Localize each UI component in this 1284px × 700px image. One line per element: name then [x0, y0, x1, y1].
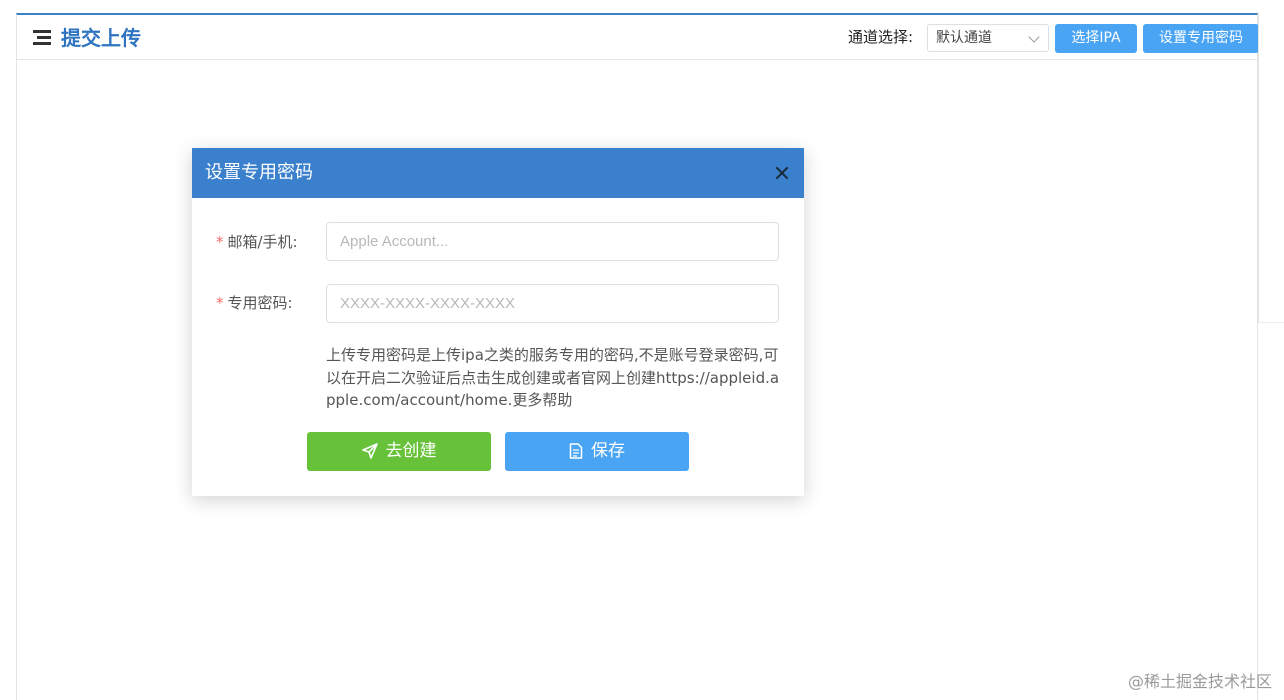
- required-mark: *: [216, 233, 224, 251]
- close-icon[interactable]: [774, 165, 790, 181]
- password-input[interactable]: [326, 284, 779, 323]
- create-button-label: 去创建: [385, 441, 437, 461]
- save-button[interactable]: 保存: [505, 432, 689, 471]
- page-header: 提交上传 通道选择: 默认通道 选择IPA 设置专用密码: [17, 15, 1259, 60]
- email-label: * 邮箱/手机:: [216, 231, 298, 253]
- help-text: 上传专用密码是上传ipa之类的服务专用的密码,不是账号登录密码,可以在开启二次验…: [326, 346, 780, 409]
- page-title: 提交上传: [61, 26, 141, 50]
- channel-select[interactable]: 默认通道: [927, 24, 1049, 52]
- channel-label: 通道选择:: [848, 28, 914, 46]
- watermark: @稀土掘金技术社区: [1127, 672, 1272, 691]
- password-dialog: 设置专用密码 *邮箱/手机: *专用密码: 上传专用密码是上传ipa之类的服务专…: [192, 148, 804, 496]
- save-button-label: 保存: [591, 441, 625, 461]
- password-label-text: 专用密码:: [227, 294, 293, 312]
- dialog-header: 设置专用密码: [192, 148, 804, 198]
- password-label: * 专用密码:: [216, 292, 293, 314]
- dialog-title: 设置专用密码: [205, 162, 313, 183]
- email-input[interactable]: [326, 222, 779, 261]
- chevron-down-icon: [1028, 31, 1040, 43]
- right-edge-divider: [1258, 13, 1284, 323]
- channel-select-value: 默认通道: [936, 30, 992, 46]
- create-button[interactable]: 去创建: [307, 432, 491, 471]
- set-password-button[interactable]: 设置专用密码: [1143, 24, 1259, 53]
- email-label-text: 邮箱/手机:: [227, 233, 298, 251]
- required-mark: *: [216, 294, 224, 312]
- document-icon: [569, 443, 583, 459]
- select-ipa-button[interactable]: 选择IPA: [1055, 24, 1137, 53]
- menu-icon[interactable]: [33, 30, 51, 46]
- send-icon: [361, 443, 378, 459]
